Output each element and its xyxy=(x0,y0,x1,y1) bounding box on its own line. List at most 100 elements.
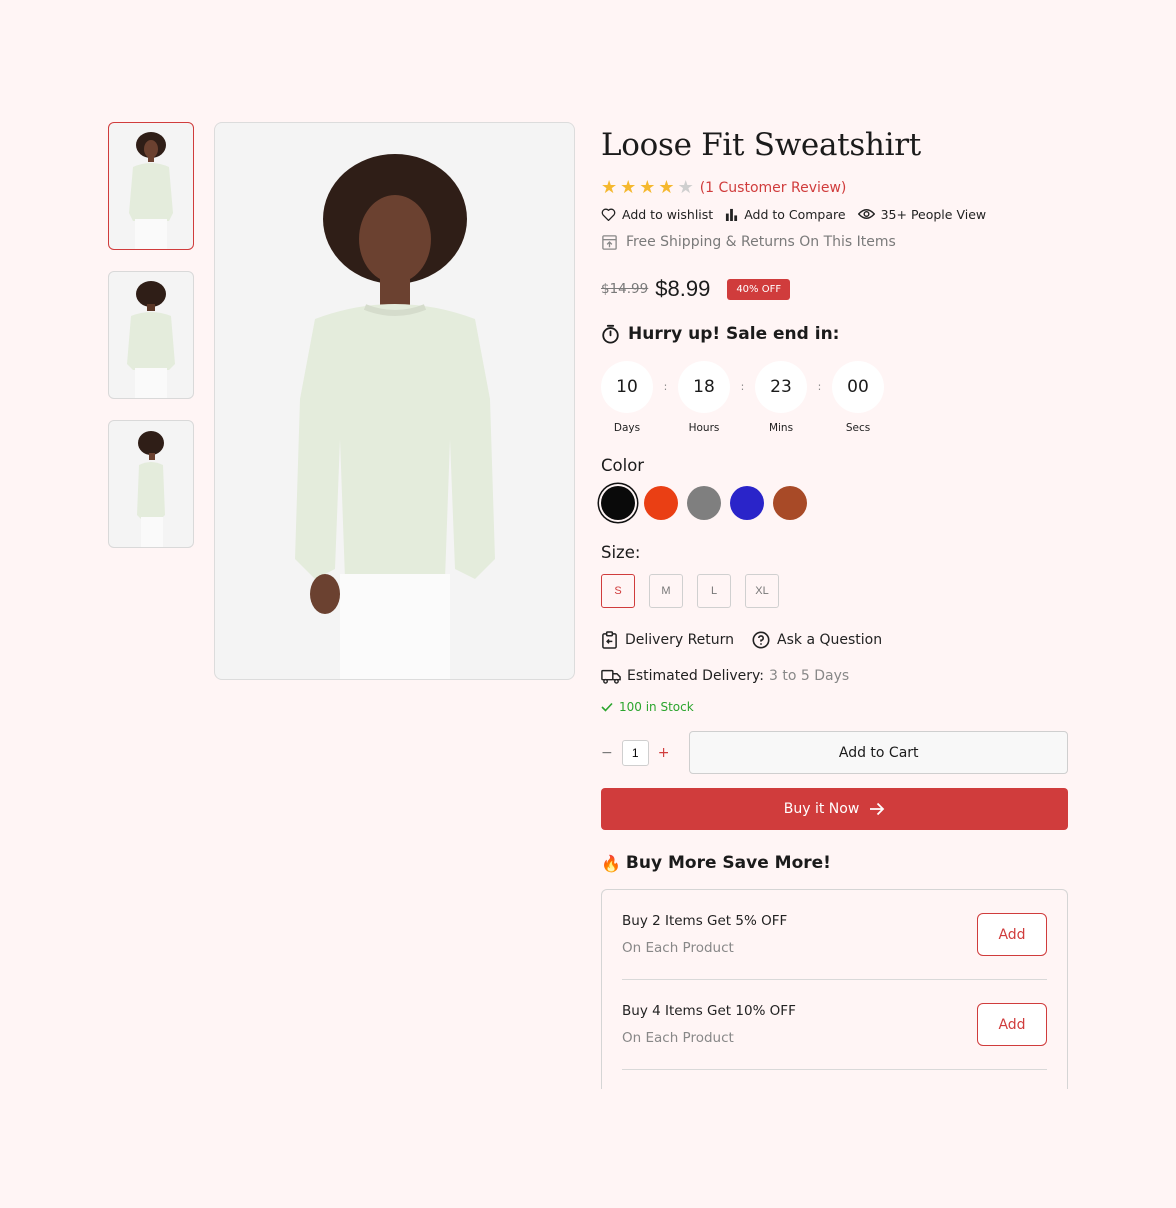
countdown-value: 10 xyxy=(601,361,653,413)
size-option-xl[interactable]: XL xyxy=(745,574,779,608)
countdown-separator: : xyxy=(817,380,822,393)
quantity-increase-button[interactable]: + xyxy=(658,745,678,761)
model-back-image xyxy=(127,281,175,398)
add-to-compare-button[interactable]: Add to Compare xyxy=(725,206,846,222)
thumbnail-front[interactable] xyxy=(108,122,194,250)
thumbnail-back[interactable] xyxy=(108,271,194,399)
color-swatch-brown[interactable] xyxy=(773,486,807,520)
clipboard-return-icon xyxy=(602,631,617,649)
product-info: Loose Fit Sweatshirt ★ ★ ★ ★ ★ (1 Custom… xyxy=(601,122,1068,1089)
bundle-heading-text: Buy More Save More! xyxy=(625,853,831,873)
offer-text: Buy 2 Items Get 5% OFF On Each Product xyxy=(622,913,787,956)
star-empty-icon: ★ xyxy=(677,177,694,198)
star-icon: ★ xyxy=(658,177,675,198)
color-swatch-gray[interactable] xyxy=(687,486,721,520)
current-price: $8.99 xyxy=(655,276,711,301)
star-icon: ★ xyxy=(601,177,618,198)
rating-row: ★ ★ ★ ★ ★ (1 Customer Review) xyxy=(601,178,1068,198)
color-swatch-blue[interactable] xyxy=(730,486,764,520)
countdown-secs: 00 Secs xyxy=(832,361,884,434)
main-product-image[interactable] xyxy=(214,122,575,680)
stock-status: 100 in Stock xyxy=(601,698,1068,716)
size-option-m[interactable]: M xyxy=(649,574,683,608)
bundle-heading: 🔥 Buy More Save More! xyxy=(601,852,1068,874)
people-view: 35+ People View xyxy=(857,206,987,222)
countdown-value: 23 xyxy=(755,361,807,413)
color-swatch-black[interactable] xyxy=(601,486,635,520)
countdown-mins: 23 Mins xyxy=(755,361,807,434)
model-front-image xyxy=(129,132,173,249)
offer-title: Buy 4 Items Get 10% OFF xyxy=(622,1003,796,1019)
thumbnail-side[interactable] xyxy=(108,420,194,548)
estimated-delivery: Estimated Delivery: 3 to 5 Days xyxy=(601,666,1068,686)
cart-row: − + Add to Cart xyxy=(601,731,1068,774)
countdown-label: Hours xyxy=(688,422,720,434)
sale-heading: Hurry up! Sale end in: xyxy=(601,322,1068,346)
countdown-label: Days xyxy=(613,422,641,434)
countdown-hours: 18 Hours xyxy=(678,361,730,434)
thumbnail-gallery xyxy=(108,122,194,569)
countdown-label: Secs xyxy=(845,422,871,434)
model-main-image xyxy=(294,154,495,679)
stopwatch-icon xyxy=(602,324,619,344)
delivery-label: Estimated Delivery: xyxy=(627,668,764,684)
discount-badge: 40% OFF xyxy=(727,278,791,300)
countdown-label: Mins xyxy=(768,422,794,434)
offer-subtitle: On Each Product xyxy=(622,940,734,956)
review-link[interactable]: (1 Customer Review) xyxy=(700,180,847,196)
countdown-value: 18 xyxy=(678,361,730,413)
add-to-cart-button[interactable]: Add to Cart xyxy=(689,731,1068,774)
fire-icon: 🔥 xyxy=(601,853,621,873)
views-label: 35+ People View xyxy=(880,206,987,222)
size-options: S M L XL xyxy=(601,574,1068,608)
old-price: $14.99 xyxy=(601,281,649,297)
countdown-separator: : xyxy=(740,380,745,393)
offer-add-button[interactable]: Add xyxy=(977,913,1047,956)
add-to-cart-label: Add to Cart xyxy=(838,744,919,761)
heart-icon xyxy=(601,208,616,221)
quantity-input[interactable] xyxy=(621,739,649,766)
check-icon xyxy=(601,702,613,712)
star-icon: ★ xyxy=(639,177,656,198)
shipping-text: Free Shipping & Returns On This Items xyxy=(626,234,896,250)
offer-title: Buy 2 Items Get 5% OFF xyxy=(622,913,788,929)
delivery-value: 3 to 5 Days xyxy=(769,668,850,684)
offer-subtitle: On Each Product xyxy=(622,1030,734,1046)
delivery-return-label: Delivery Return xyxy=(625,632,735,648)
shipping-note: Free Shipping & Returns On This Items xyxy=(601,233,1068,251)
info-links: Delivery Return Ask a Question xyxy=(601,630,1068,650)
sale-heading-text: Hurry up! Sale end in: xyxy=(628,324,840,344)
size-option-l[interactable]: L xyxy=(697,574,731,608)
bundle-offers: Buy 2 Items Get 5% OFF On Each Product A… xyxy=(601,889,1068,1089)
add-to-wishlist-button[interactable]: Add to wishlist xyxy=(601,207,713,222)
offer-text: Buy 4 Items Get 10% OFF On Each Product xyxy=(622,1003,796,1046)
question-circle-icon xyxy=(752,631,770,649)
quantity-decrease-button[interactable]: − xyxy=(601,745,621,761)
truck-icon xyxy=(601,669,621,684)
countdown-separator: : xyxy=(663,380,668,393)
offer-add-button[interactable]: Add xyxy=(977,1003,1047,1046)
buy-now-button[interactable]: Buy it Now xyxy=(601,788,1068,830)
wishlist-label: Add to wishlist xyxy=(622,206,714,222)
bundle-offer: Buy 4 Items Get 10% OFF On Each Product … xyxy=(622,980,1047,1070)
countdown-value: 00 xyxy=(832,361,884,413)
product-actions: Add to wishlist Add to Compare 35+ Peopl… xyxy=(601,205,1068,223)
product-title: Loose Fit Sweatshirt xyxy=(601,127,921,163)
ask-question-label: Ask a Question xyxy=(777,632,883,648)
compare-label: Add to Compare xyxy=(744,206,846,222)
delivery-return-link[interactable]: Delivery Return xyxy=(601,631,734,649)
star-icon: ★ xyxy=(620,177,637,198)
ask-question-link[interactable]: Ask a Question xyxy=(752,631,882,649)
buy-now-label: Buy it Now xyxy=(783,801,860,817)
eye-icon xyxy=(857,209,875,219)
bar-chart-icon xyxy=(726,208,738,221)
size-option-s[interactable]: S xyxy=(601,574,635,608)
color-label: Color xyxy=(601,456,645,475)
bundle-offer: Buy 2 Items Get 5% OFF On Each Product A… xyxy=(622,890,1047,980)
countdown-days: 10 Days xyxy=(601,361,653,434)
stock-text: 100 in Stock xyxy=(619,700,694,714)
color-swatches xyxy=(601,486,1068,520)
model-side-image xyxy=(137,431,165,547)
size-label: Size: xyxy=(601,543,641,562)
color-swatch-orange[interactable] xyxy=(644,486,678,520)
